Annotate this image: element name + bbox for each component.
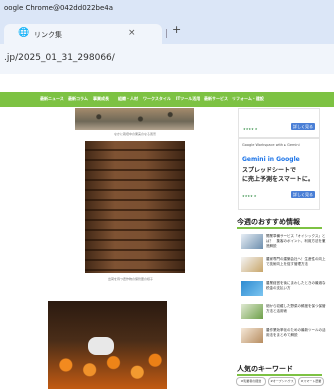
ad-details-button[interactable]: 詳しく見る	[291, 123, 315, 130]
article-photo-oranges	[48, 301, 167, 389]
glove-shape	[88, 337, 114, 355]
ad-details-button[interactable]: 詳しく見る	[291, 191, 315, 198]
photo-caption: 出荷を待つ農作物の保管庫の様子	[108, 277, 154, 281]
nav-item[interactable]: 事業成長	[93, 96, 109, 102]
photo-texture	[75, 108, 194, 130]
photo-shade	[85, 141, 185, 273]
article-photo-storage	[85, 141, 185, 273]
address-bar[interactable]: .jp/2025_01_31_298066/	[0, 44, 334, 74]
ad-sponsor: Google Workspace with ▸ Gemini	[242, 143, 300, 147]
recommend-item[interactable]: 開業準備サービス「オイシックス」とは？ 集客のポイント、利用方法を徹底解説	[266, 234, 328, 249]
window-titlebar: oogle Chrome@042dd022be4a	[0, 0, 334, 22]
keyword-tag[interactable]: #オープンハウス	[268, 377, 296, 386]
url-text[interactable]: .jp/2025_01_31_298066/	[4, 53, 115, 63]
global-nav: 最新ニュース 最新コラム 事業成長 組織・人材 ワークスタイル ITツール活用 …	[0, 92, 334, 107]
ad-card-workspace[interactable]: Google Workspace with ▸ Gemini Gemini in…	[238, 138, 320, 210]
ad-rating: ★★★★ ★	[242, 194, 257, 198]
ad-rating: ★★★★ ★	[243, 127, 258, 131]
article-thumbnail[interactable]	[241, 281, 263, 296]
nav-item[interactable]: ワークスタイル	[143, 96, 171, 102]
ad-headline-2: に売上予測をスマートに。	[242, 176, 314, 183]
keyword-tag[interactable]: #スマート農業	[298, 377, 324, 386]
tab-title: リンク集	[34, 31, 62, 39]
recommend-item[interactable]: 畑から収穫した野菜の鮮度を保つ保管方法と活用術	[266, 304, 328, 314]
keywords-title: 人気のキーワード	[237, 365, 293, 373]
close-tab-icon[interactable]: ×	[128, 28, 136, 38]
web-page: 最新ニュース 最新コラム 事業成長 組織・人材 ワークスタイル ITツール活用 …	[0, 74, 334, 389]
section-underline	[237, 374, 322, 376]
window-title: oogle Chrome@042dd022be4a	[4, 4, 114, 12]
globe-icon: 🌐	[18, 28, 30, 38]
keyword-tag[interactable]: #乳業者の経営	[236, 377, 266, 386]
ad-headline-1: スプレッドシートで	[242, 167, 297, 174]
recommend-item[interactable]: 農家専門の建築会社へ！生産性の向上で技術向上を促す管理方法	[266, 257, 328, 267]
browser-tab[interactable]: 🌐 リンク集 ×	[4, 24, 162, 44]
gemini-logo: Gemini in Google	[242, 156, 300, 163]
tab-divider	[166, 29, 167, 38]
photo-caption: なかに栽培中の果実のなる風景	[114, 132, 157, 136]
section-underline	[237, 227, 322, 229]
ad-card-top[interactable]: ★★★★ ★ 詳しく見る	[238, 108, 320, 138]
nav-item[interactable]: 最新コラム	[68, 96, 88, 102]
tab-strip: 🌐 リンク集 ×	[0, 22, 334, 44]
nav-item[interactable]: ITツール活用	[176, 96, 200, 102]
nav-item[interactable]: 組織・人材	[118, 96, 138, 102]
nav-item[interactable]: 最新サービス	[204, 96, 228, 102]
recommend-item[interactable]: 農作業効率化のための最新ツールの活用法をまとめて解説	[266, 328, 328, 338]
recommend-title: 今週のおすすめ情報	[237, 218, 300, 226]
nav-item[interactable]: 最新ニュース	[40, 96, 64, 102]
nav-item[interactable]: リフォーム・建設	[232, 96, 264, 102]
article-thumbnail[interactable]	[241, 257, 263, 272]
recommend-item[interactable]: 農業経営を後にまわしたときの最適な税金の支払い方	[266, 281, 328, 291]
article-thumbnail[interactable]	[241, 304, 263, 319]
article-thumbnail[interactable]	[241, 234, 263, 249]
article-photo-field	[75, 108, 194, 130]
article-thumbnail[interactable]	[241, 328, 263, 343]
new-tab-button[interactable]: +	[172, 23, 181, 36]
